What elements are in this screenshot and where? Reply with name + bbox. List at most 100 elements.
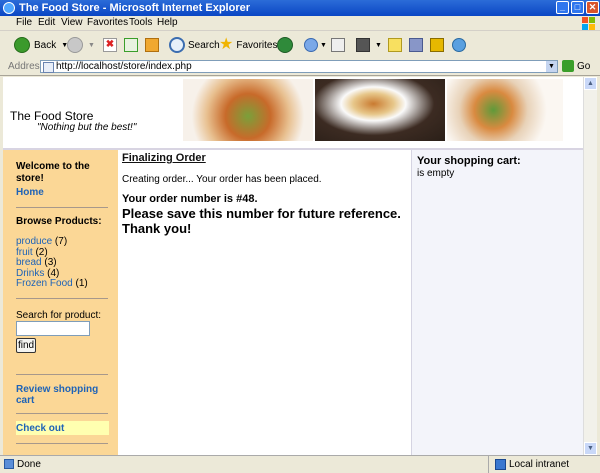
site-name: The Food Store [10, 109, 94, 123]
vertical-scrollbar[interactable]: ▲ ▼ [583, 77, 597, 455]
soup-image [315, 79, 445, 141]
back-button[interactable]: Back ▼ [14, 36, 68, 54]
site-header: The Food Store "Nothing but the best!" [3, 77, 583, 143]
edit-button[interactable]: ▼ [356, 36, 382, 54]
cart-panel: Your shopping cart: is empty [411, 150, 583, 455]
toolbar: Back ▼ ▼ ✖ Search ★ Favorites ▼ ▼ [0, 31, 600, 60]
scroll-up-icon[interactable]: ▲ [584, 77, 597, 90]
favorites-button[interactable]: ★ Favorites [219, 36, 277, 54]
printer-icon [331, 38, 345, 52]
order-number: Your order number is #48. [122, 193, 258, 205]
status-bar: Done Local intranet [0, 455, 600, 473]
page-done-icon [4, 459, 14, 469]
chevron-down-icon[interactable]: ▼ [375, 42, 382, 49]
go-arrow-icon [562, 60, 574, 72]
forward-arrow-icon [67, 37, 83, 53]
site-slogan: "Nothing but the best!" [37, 122, 137, 133]
category-link-bread[interactable]: bread [16, 257, 42, 268]
search-icon [169, 37, 185, 53]
refresh-icon [124, 38, 138, 52]
page-content: The Food Store "Nothing but the best!" W… [3, 77, 583, 455]
thank-you-text: Thank you! [122, 221, 192, 236]
sidebar-divider [16, 298, 108, 299]
review-cart-link[interactable]: Review shopping cart [16, 384, 108, 406]
list-item: Frozen Food (1) [16, 278, 88, 289]
menu-file[interactable]: File [16, 17, 32, 28]
status-text: Done [17, 459, 41, 470]
home-icon [145, 38, 159, 52]
page-icon [43, 62, 54, 73]
intranet-zone-icon [495, 459, 506, 470]
chevron-down-icon[interactable]: ▼ [88, 42, 95, 49]
discuss-button[interactable] [388, 36, 402, 54]
menu-edit[interactable]: Edit [38, 17, 55, 28]
search-label: Search for product: [16, 310, 102, 321]
address-url[interactable]: http://localhost/store/index.php [56, 61, 192, 72]
menu-view[interactable]: View [61, 17, 83, 28]
go-button[interactable]: Go [562, 60, 590, 72]
search-button[interactable]: Search [169, 36, 220, 54]
star-icon: ★ [219, 36, 234, 53]
category-link-fruit[interactable]: fruit [16, 247, 33, 258]
menu-favorites[interactable]: Favorites [87, 17, 128, 28]
category-link-drinks[interactable]: Drinks [16, 268, 44, 279]
users-icon [452, 38, 466, 52]
messenger-icon [430, 38, 444, 52]
users-button[interactable] [452, 36, 466, 54]
print-button[interactable] [331, 36, 345, 54]
order-status-text: Creating order... Your order has been pl… [122, 174, 322, 185]
welcome-heading: Welcome to the store! [16, 161, 90, 184]
minimize-button[interactable]: _ [556, 1, 569, 14]
refresh-button[interactable] [124, 36, 138, 54]
main-content: Finalizing Order Creating order... Your … [118, 150, 411, 455]
scroll-down-icon[interactable]: ▼ [584, 442, 597, 455]
find-button[interactable]: find [16, 338, 36, 353]
sidebar-divider [16, 443, 108, 444]
menu-bar: File Edit View Favorites Tools Help [0, 16, 600, 31]
window-title: The Food Store - Microsoft Internet Expl… [19, 2, 251, 14]
home-link[interactable]: Home [16, 187, 44, 198]
sidebar-divider [16, 413, 108, 414]
page-title: Finalizing Order [122, 152, 206, 164]
statusbar-divider [488, 456, 489, 473]
address-input[interactable]: http://localhost/store/index.php ▼ [40, 60, 558, 73]
edit-icon [356, 38, 370, 52]
window-title-bar[interactable]: The Food Store - Microsoft Internet Expl… [0, 0, 600, 16]
windows-logo-icon [582, 17, 596, 31]
cart-status: is empty [417, 168, 455, 179]
address-bar: Address http://localhost/store/index.php… [0, 59, 600, 76]
stop-icon: ✖ [103, 38, 117, 52]
forward-button[interactable]: ▼ [67, 36, 95, 54]
address-dropdown-icon[interactable]: ▼ [546, 61, 557, 72]
note-icon [388, 38, 402, 52]
tart-image [447, 79, 563, 141]
close-button[interactable]: ✕ [586, 1, 599, 14]
zone-text: Local intranet [509, 459, 570, 470]
sidebar-divider [16, 207, 108, 208]
history-icon [277, 37, 293, 53]
back-arrow-icon [14, 37, 30, 53]
cart-heading: Your shopping cart: [417, 155, 521, 167]
browse-heading: Browse Products: [16, 216, 102, 227]
checkout-link[interactable]: Check out [16, 423, 64, 434]
menu-tools[interactable]: Tools [129, 17, 152, 28]
home-button[interactable] [145, 36, 159, 54]
product-search-input[interactable] [16, 321, 90, 336]
save-notice: Please save this number for future refer… [122, 206, 401, 221]
messenger-button[interactable] [430, 36, 444, 54]
sidebar-divider [16, 374, 108, 375]
research-icon [409, 38, 423, 52]
category-list: produce (7) fruit (2) bread (3) Drinks (… [16, 236, 88, 290]
maximize-button[interactable]: □ [571, 1, 584, 14]
ie-icon [3, 2, 15, 14]
category-link-produce[interactable]: produce [16, 236, 52, 247]
menu-help[interactable]: Help [157, 17, 178, 28]
left-sidebar: Welcome to the store! Home Browse Produc… [3, 150, 118, 455]
chevron-down-icon[interactable]: ▼ [320, 42, 327, 49]
mail-icon [304, 38, 318, 52]
history-button[interactable] [277, 36, 293, 54]
mail-button[interactable]: ▼ [304, 36, 327, 54]
stop-button[interactable]: ✖ [103, 36, 117, 54]
category-link-frozen-food[interactable]: Frozen Food [16, 278, 73, 289]
research-button[interactable] [409, 36, 423, 54]
